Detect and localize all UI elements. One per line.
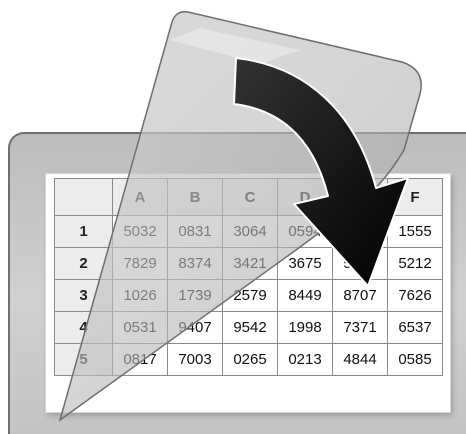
table-row: 2 7829 8374 3421 3675 5605 5212 — [54, 247, 443, 280]
cell-a3: 1026 — [112, 279, 168, 312]
column-header-d: D — [277, 178, 333, 216]
cell-e3: 8707 — [332, 279, 388, 312]
cell-e4: 7371 — [332, 311, 388, 344]
row-header-2: 2 — [54, 247, 113, 280]
corner-cell — [54, 178, 113, 216]
column-header-row: A B C D E F — [54, 178, 443, 216]
column-header-f: F — [387, 178, 443, 216]
cell-c2: 3421 — [222, 247, 278, 280]
cell-c5: 0265 — [222, 343, 278, 376]
spreadsheet-overlay-illustration: A B C D E F 1 5032 0831 3064 0594 1555 2… — [0, 0, 466, 434]
cell-c1: 3064 — [222, 215, 278, 248]
cell-a2: 7829 — [112, 247, 168, 280]
cell-f4: 6537 — [387, 311, 443, 344]
cell-d1: 0594 — [277, 215, 333, 248]
column-header-e: E — [332, 178, 388, 216]
table-row: 3 1026 1739 2579 8449 8707 7626 — [54, 279, 443, 312]
cell-e2: 5605 — [332, 247, 388, 280]
cell-b5: 7003 — [167, 343, 223, 376]
overlay-sheen — [170, 28, 300, 64]
cell-f5: 0585 — [387, 343, 443, 376]
cell-f3: 7626 — [387, 279, 443, 312]
cell-a5: 0817 — [112, 343, 168, 376]
table-row: 4 0531 9407 9542 1998 7371 6537 — [54, 311, 443, 344]
row-header-1: 1 — [54, 215, 113, 248]
cell-d2: 3675 — [277, 247, 333, 280]
cell-d3: 8449 — [277, 279, 333, 312]
cell-f2: 5212 — [387, 247, 443, 280]
cell-b2: 8374 — [167, 247, 223, 280]
cell-c4: 9542 — [222, 311, 278, 344]
cell-d4: 1998 — [277, 311, 333, 344]
cell-a1: 5032 — [112, 215, 168, 248]
cell-b1: 0831 — [167, 215, 223, 248]
row-header-3: 3 — [54, 279, 113, 312]
table-row: 1 5032 0831 3064 0594 1555 — [54, 215, 443, 248]
column-header-a: A — [112, 178, 168, 216]
cell-d5: 0213 — [277, 343, 333, 376]
table-row: 5 0817 7003 0265 0213 4844 0585 — [54, 343, 443, 376]
cell-f1: 1555 — [387, 215, 443, 248]
cell-b4: 9407 — [167, 311, 223, 344]
cell-a4: 0531 — [112, 311, 168, 344]
cell-b3: 1739 — [167, 279, 223, 312]
spreadsheet-grid: A B C D E F 1 5032 0831 3064 0594 1555 2… — [54, 178, 443, 376]
column-header-c: C — [222, 178, 278, 216]
cell-e5: 4844 — [332, 343, 388, 376]
column-header-b: B — [167, 178, 223, 216]
row-header-4: 4 — [54, 311, 113, 344]
cell-e1 — [332, 215, 388, 248]
cell-c3: 2579 — [222, 279, 278, 312]
row-header-5: 5 — [54, 343, 113, 376]
